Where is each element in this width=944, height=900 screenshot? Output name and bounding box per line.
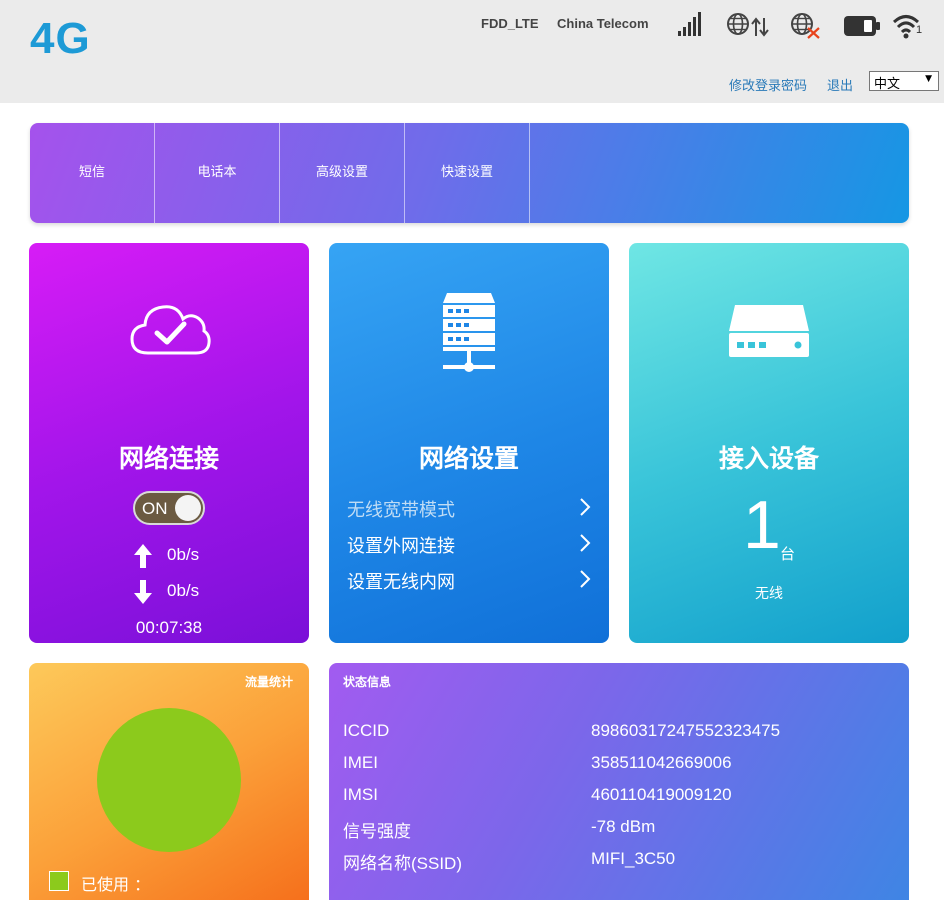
upload-speed: 0b/s bbox=[167, 545, 200, 564]
status-key: IMSI bbox=[343, 785, 378, 804]
network-settings-card: 网络设置 无线宽带模式 设置外网连接 设置无线内网 bbox=[329, 243, 609, 643]
nav-item-quick-setup[interactable]: 快速设置 bbox=[405, 123, 530, 223]
carrier-label: China Telecom bbox=[557, 16, 649, 31]
status-info-card: 状态信息 ICCID 89860317247552323475 IMEI 358… bbox=[329, 663, 909, 900]
battery-icon bbox=[844, 16, 880, 36]
connected-devices-card: 接入设备 1 台 无线 bbox=[629, 243, 909, 643]
connection-duration: 00:07:38 bbox=[135, 618, 203, 637]
cloud-check-icon bbox=[130, 305, 211, 355]
download-speed: 0b/s bbox=[167, 581, 200, 600]
toggle-label: ON bbox=[142, 499, 168, 518]
traffic-used-slice bbox=[97, 708, 241, 852]
status-key: 网络名称(SSID) bbox=[343, 854, 462, 873]
status-value: 460110419009120 bbox=[591, 785, 732, 804]
upload-arrow-icon bbox=[134, 544, 152, 568]
connected-devices-title: 接入设备 bbox=[718, 444, 819, 473]
logout-link[interactable]: 退出 bbox=[827, 75, 853, 94]
wireless-broadband-mode-link[interactable]: 无线宽带模式 bbox=[347, 493, 593, 523]
menu-label: 设置无线内网 bbox=[347, 572, 455, 593]
chevron-right-icon bbox=[580, 570, 591, 588]
status-value: MIFI_3C50 bbox=[591, 849, 676, 868]
internet-connected-icon bbox=[727, 13, 769, 37]
traffic-pie-chart bbox=[97, 708, 241, 852]
status-key: 信号强度 bbox=[343, 822, 411, 841]
server-icon bbox=[443, 293, 495, 372]
traffic-stats-card: 流量统计 已使用 ： bbox=[29, 663, 309, 900]
traffic-stats-title: 流量统计 bbox=[244, 675, 293, 689]
router-icon bbox=[729, 305, 809, 357]
network-connection-card: 网络连接 ON 0b/s 0b/s 00:07:38 bbox=[29, 243, 309, 643]
status-info-title: 状态信息 bbox=[343, 675, 392, 689]
toggle-knob bbox=[175, 495, 201, 521]
device-count: 1 bbox=[743, 487, 781, 563]
nav-item-advanced-settings[interactable]: 高级设置 bbox=[280, 123, 405, 223]
device-count-unit: 台 bbox=[780, 545, 796, 563]
change-password-link[interactable]: 修改登录密码 bbox=[729, 75, 807, 94]
used-legend-swatch bbox=[49, 871, 69, 891]
header-bar: 4G FDD_LTE China Telecom 1 修改登录密码 退出 中文 … bbox=[0, 0, 944, 103]
status-value: 358511042669006 bbox=[591, 753, 732, 772]
used-legend-label: 已使用 ： bbox=[81, 875, 151, 894]
nav-item-sms[interactable]: 短信 bbox=[30, 123, 155, 223]
roaming-disabled-icon bbox=[791, 13, 820, 39]
network-settings-title: 网络设置 bbox=[418, 444, 519, 473]
network-type-label: FDD_LTE bbox=[481, 16, 539, 31]
status-key: IMEI bbox=[343, 753, 378, 772]
status-key: ICCID bbox=[343, 721, 390, 740]
wlan-setup-link[interactable]: 设置无线内网 bbox=[347, 565, 593, 595]
dropdown-arrow-icon: ▼ bbox=[925, 74, 932, 84]
menu-label: 设置外网连接 bbox=[347, 536, 455, 557]
chevron-right-icon bbox=[580, 534, 591, 552]
device-type-wireless[interactable]: 无线 bbox=[629, 583, 909, 603]
wifi-client-count: 1 bbox=[916, 24, 923, 36]
main-nav: 短信 电话本 高级设置 快速设置 bbox=[30, 123, 909, 223]
status-value: -78 dBm bbox=[591, 817, 656, 836]
menu-label: 无线宽带模式 bbox=[347, 500, 455, 521]
language-select[interactable]: 中文 ▼ bbox=[869, 71, 939, 92]
network-connection-title: 网络连接 bbox=[118, 444, 219, 473]
connection-toggle[interactable]: ON bbox=[133, 491, 205, 525]
signal-strength-icon bbox=[678, 12, 701, 36]
download-arrow-icon bbox=[134, 580, 152, 604]
status-value: 89860317247552323475 bbox=[591, 721, 781, 740]
wifi-icon bbox=[892, 15, 920, 39]
wan-setup-link[interactable]: 设置外网连接 bbox=[347, 529, 593, 559]
language-select-value: 中文 bbox=[874, 77, 901, 92]
chevron-right-icon bbox=[580, 498, 591, 516]
nav-item-phonebook[interactable]: 电话本 bbox=[155, 123, 280, 223]
logo-4g: 4G bbox=[30, 14, 91, 63]
